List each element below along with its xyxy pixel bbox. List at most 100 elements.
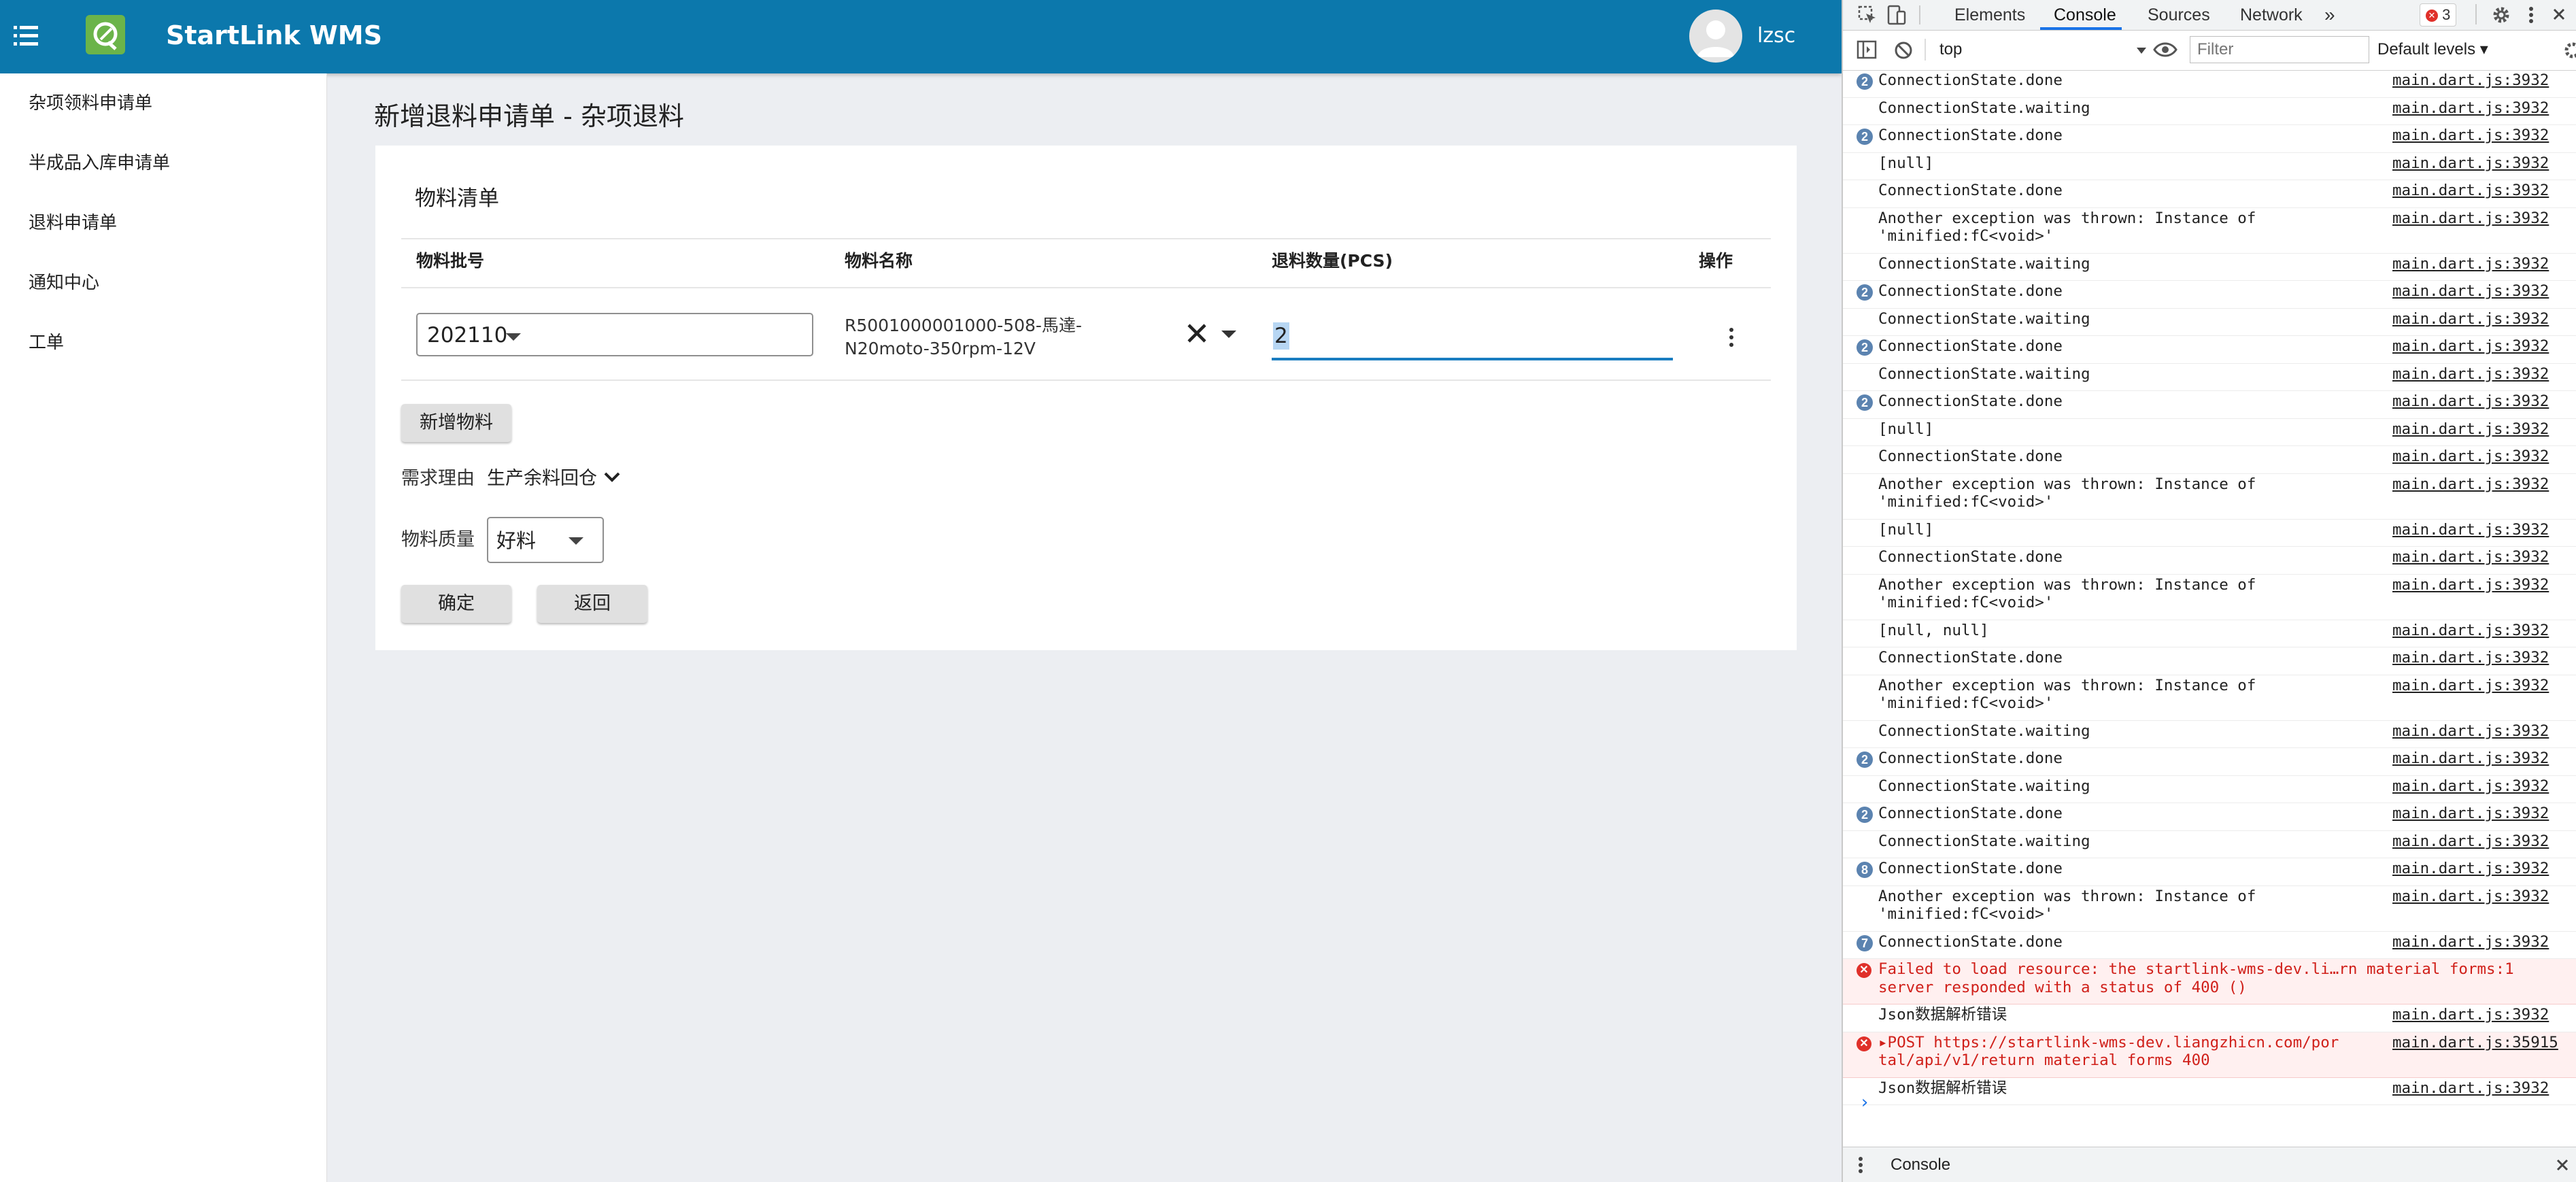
source-link[interactable]: main.dart.js:3932 [2392, 99, 2549, 118]
source-link[interactable]: main.dart.js:3932 [2392, 126, 2549, 145]
settings-gear-icon[interactable] [2490, 4, 2512, 26]
console-log-row[interactable]: 8 ConnectionState.done main.dart.js:3932 [1843, 858, 2576, 886]
source-link[interactable]: main.dart.js:3932 [2392, 521, 2549, 539]
console-log-row[interactable]: ConnectionState.done main.dart.js:3932 [1843, 647, 2576, 675]
sidebar-item-semi-finished-inbound[interactable]: 半成品入库申请单 [29, 150, 170, 177]
console-log-row[interactable]: 2 ConnectionState.done main.dart.js:3932 [1843, 803, 2576, 831]
source-link[interactable]: main.dart.js:3932 [2392, 255, 2549, 273]
console-error-row[interactable]: ✕ ▸POST https://startlink-wms-dev.liangzh… [1843, 1032, 2576, 1078]
sidebar-item-misc-requisition[interactable]: 杂项领料申请单 [29, 90, 152, 117]
source-link[interactable]: main.dart.js:3932 [2392, 677, 2549, 695]
sidebar-item-notifications[interactable]: 通知中心 [29, 269, 99, 297]
console-log-row[interactable]: ConnectionState.waiting main.dart.js:3932 [1843, 98, 2576, 125]
console-log-row[interactable]: ConnectionState.done main.dart.js:3932 [1843, 446, 2576, 474]
chevron-down-icon[interactable] [603, 469, 622, 486]
source-link[interactable]: main.dart.js:3932 [2392, 448, 2549, 466]
console-log-row[interactable]: [null] main.dart.js:3932 [1843, 419, 2576, 446]
drawer-tab-console[interactable]: Console [1891, 1147, 1950, 1182]
batch-number-dropdown[interactable]: 202110 [416, 313, 813, 356]
source-link[interactable]: main.dart.js:3932 [2392, 1006, 2549, 1024]
console-log-row[interactable]: ConnectionState.waiting main.dart.js:3932 [1843, 721, 2576, 748]
source-link[interactable]: main.dart.js:3932 [2392, 777, 2549, 796]
console-log-row[interactable]: [null] main.dart.js:3932 [1843, 153, 2576, 180]
source-link[interactable]: main.dart.js:3932 [2392, 722, 2549, 741]
source-link[interactable]: main.dart.js:3932 [2392, 182, 2549, 200]
kebab-menu-icon[interactable] [2527, 5, 2535, 24]
inspect-element-icon[interactable] [1858, 5, 1877, 24]
console-log-row[interactable]: 2 ConnectionState.done main.dart.js:3932 [1843, 336, 2576, 364]
console-log-row[interactable]: ConnectionState.waiting main.dart.js:3932 [1843, 776, 2576, 803]
confirm-button[interactable]: 确定 [401, 585, 511, 623]
source-link[interactable]: main.dart.js:3932 [2392, 310, 2549, 328]
console-log-row[interactable]: ConnectionState.waiting main.dart.js:3932 [1843, 254, 2576, 281]
quality-dropdown[interactable]: 好料 [487, 517, 604, 563]
console-log-row[interactable]: ConnectionState.done main.dart.js:3932 [1843, 180, 2576, 208]
live-expression-eye-icon[interactable] [2153, 40, 2177, 59]
close-drawer-icon[interactable] [2554, 1157, 2571, 1173]
material-dropdown-caret-icon[interactable] [1221, 331, 1236, 338]
source-link[interactable]: main.dart.js:3932 [2392, 209, 2549, 228]
tab-elements[interactable]: Elements [1954, 0, 2025, 30]
return-quantity-input[interactable]: 2 [1272, 313, 1673, 360]
console-log-row[interactable]: 2 ConnectionState.done main.dart.js:3932 [1843, 125, 2576, 153]
sidebar-item-return-request[interactable]: 退料申请单 [29, 209, 117, 237]
console-log-row[interactable]: [null] main.dart.js:3932 [1843, 520, 2576, 547]
source-link[interactable]: main.dart.js:3932 [2392, 805, 2549, 823]
source-link[interactable]: main.dart.js:3932 [2392, 420, 2549, 439]
console-log-row[interactable]: [null, null] main.dart.js:3932 [1843, 620, 2576, 647]
back-button[interactable]: 返回 [537, 585, 647, 623]
source-link[interactable]: main.dart.js:3932 [2392, 392, 2549, 411]
console-log-row[interactable]: 2 ConnectionState.done main.dart.js:3932 [1843, 281, 2576, 309]
console-log-row[interactable]: 7 ConnectionState.done main.dart.js:3932 [1843, 932, 2576, 959]
console-log-row[interactable]: Another exception was thrown: Instance o… [1843, 886, 2576, 932]
source-link[interactable]: main.dart.js:3932 [2392, 548, 2549, 567]
tab-console[interactable]: Console [2054, 0, 2116, 30]
console-log-row[interactable]: 2 ConnectionState.done main.dart.js:3932 [1843, 391, 2576, 419]
tab-sources[interactable]: Sources [2148, 0, 2210, 30]
user-avatar-icon[interactable] [1689, 10, 1742, 63]
console-error-row[interactable]: ✕ Failed to load resource: the startlink-… [1843, 959, 2576, 1004]
username[interactable]: lzsc [1757, 22, 1795, 50]
console-log-row[interactable]: ConnectionState.done main.dart.js:3932 [1843, 547, 2576, 575]
source-link[interactable]: main.dart.js:3932 [2392, 933, 2549, 951]
sidebar-toggle-icon[interactable] [1857, 40, 1877, 59]
source-link[interactable]: main.dart.js:35915 [2392, 1034, 2558, 1052]
context-selector[interactable]: top [1939, 37, 1962, 62]
menu-icon[interactable] [14, 26, 38, 46]
context-caret-icon[interactable] [2137, 48, 2146, 54]
source-link[interactable]: main.dart.js:3932 [2392, 475, 2549, 494]
source-link[interactable]: main.dart.js:3932 [2392, 749, 2549, 768]
close-devtools-icon[interactable] [2550, 5, 2568, 23]
console-log-row[interactable]: ConnectionState.waiting main.dart.js:3932 [1843, 309, 2576, 336]
device-toolbar-icon[interactable] [1886, 5, 1907, 25]
console-log-row[interactable]: 2 ConnectionState.done main.dart.js:3932 [1843, 748, 2576, 776]
console-settings-gear-icon[interactable] [2562, 40, 2576, 61]
source-link[interactable]: main.dart.js:3932 [2392, 576, 2549, 594]
drawer-menu-icon[interactable] [1857, 1155, 1865, 1175]
source-link[interactable]: main.dart.js:3932 [2392, 649, 2549, 667]
more-options-icon[interactable] [1723, 324, 1740, 351]
source-link[interactable]: main.dart.js:3932 [2392, 282, 2549, 301]
console-log-row[interactable]: Json数据解析错误 main.dart.js:3932 [1843, 1004, 2576, 1032]
console-log-row[interactable]: ConnectionState.waiting main.dart.js:3932 [1843, 364, 2576, 391]
source-link[interactable]: main.dart.js:3932 [2392, 71, 2549, 90]
console-log-row[interactable]: Another exception was thrown: Instance o… [1843, 474, 2576, 520]
tab-network[interactable]: Network [2240, 0, 2303, 30]
source-link[interactable]: main.dart.js:3932 [2392, 622, 2549, 640]
clear-icon[interactable] [1183, 320, 1210, 347]
source-link[interactable]: main.dart.js:3932 [2392, 832, 2549, 851]
clear-console-icon[interactable] [1893, 40, 1914, 61]
source-link[interactable]: main.dart.js:3932 [2392, 365, 2549, 384]
console-prompt-icon[interactable]: › [1859, 1092, 1870, 1113]
console-log-row[interactable]: 2 ConnectionState.done main.dart.js:3932 [1843, 70, 2576, 98]
reason-dropdown[interactable]: 生产余料回仓 [487, 465, 597, 492]
console-log-row[interactable]: Another exception was thrown: Instance o… [1843, 675, 2576, 721]
console-log-row[interactable]: ConnectionState.waiting main.dart.js:3932 [1843, 831, 2576, 858]
source-link[interactable]: main.dart.js:3932 [2392, 888, 2549, 906]
source-link[interactable]: main.dart.js:3932 [2392, 860, 2549, 878]
source-link[interactable]: main.dart.js:3932 [2392, 1079, 2549, 1098]
log-levels-dropdown[interactable]: Default levels ▾ [2377, 37, 2488, 62]
error-count-badge[interactable]: ✕ 3 [2420, 3, 2457, 27]
console-log-row[interactable]: Another exception was thrown: Instance o… [1843, 575, 2576, 620]
more-tabs-icon[interactable]: » [2324, 0, 2335, 30]
